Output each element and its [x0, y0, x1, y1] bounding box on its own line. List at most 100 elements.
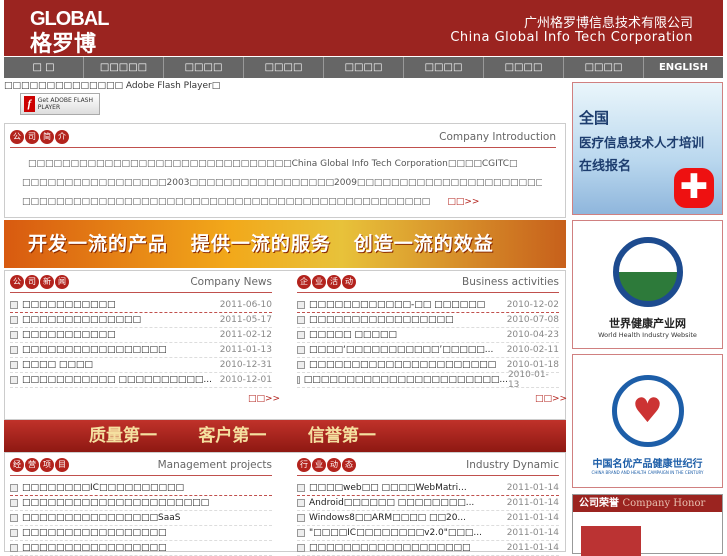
training-ad[interactable]: 全国 医疗信息技术人才培训 在线报名 ✚ — [572, 82, 723, 215]
list-item[interactable]: □□□□□□□□□□□ 2011-06-10 — [10, 298, 272, 313]
red-cross-icon: ✚ — [674, 168, 714, 208]
intro-more-link[interactable]: □□>> — [447, 197, 479, 207]
nav-item[interactable]: □□□□ — [404, 57, 484, 78]
flash-button-label: Get ADOBE FLASH PLAYER — [37, 97, 93, 111]
company-honor-header: 公司荣誉 Company Honor — [573, 495, 722, 512]
nav-item[interactable]: □□□□ — [324, 57, 404, 78]
world-health-logo-icon — [612, 237, 683, 307]
list-item-title[interactable]: □□□□□□□□□□□ — [10, 330, 116, 340]
ad-line: 全国 — [579, 109, 610, 127]
list-item-date: 2010-12-01 — [219, 375, 272, 385]
nav-item[interactable]: □□□□ — [244, 57, 324, 78]
list-item-title[interactable]: □□□□□□□□□□□□□□□□SaaS — [10, 513, 181, 523]
list-item[interactable]: □□□□□□□□□□□□□□□□□ 2011-01-13 — [10, 343, 272, 358]
list-item-title[interactable]: □□□□‘□□□□□□□□□□□’□□□□□... — [297, 345, 493, 355]
list-item-date: 2011-06-10 — [219, 300, 272, 310]
list-item-title[interactable]: □□□□□□□□□□□□□□□□□ — [10, 345, 167, 355]
industry-title-cn: 行业动态 — [297, 458, 356, 472]
world-health-ad[interactable]: 世界健康产业网 World Health Industry Website — [572, 220, 723, 349]
list-item[interactable]: □□□□□□□□□□□□□□□□□ 2010-07-08 — [297, 313, 559, 328]
list-item[interactable]: □□□□□□□□□□□□□□ 2011-05-17 — [10, 313, 272, 328]
list-item-title[interactable]: "□□□□IC□□□□□□□□v2.0"□□□... — [297, 528, 482, 538]
ad3-title-en: CHINA BRAND AND HEALTH CAMPAIGN IN THE C… — [591, 470, 704, 475]
list-item-title[interactable]: □□□□□□□□IC□□□□□□□□□□ — [10, 483, 184, 493]
list-item[interactable]: □□□□□ □□□□□ 2010-04-23 — [297, 328, 559, 343]
management-title-en: Management projects — [157, 459, 272, 471]
list-item-title[interactable]: □□□□□□□□□□□ □□□□□□□□□□... — [10, 375, 212, 385]
list-item-title[interactable]: □□□□□□□□□□□□□□□□□□□□□□ — [10, 498, 209, 508]
list-item-title[interactable]: □□□□□□□□□□□ — [10, 300, 116, 310]
nav-item[interactable]: □□□□ — [484, 57, 564, 78]
industry-header: 行业动态 Industry Dynamic — [297, 458, 559, 476]
business-more-link[interactable]: □□>> — [535, 394, 567, 404]
list-item-date: 2011-01-14 — [506, 498, 559, 508]
list-item-date: 2010-04-23 — [506, 330, 559, 340]
list-item-date: 2010-01-18 — [506, 360, 559, 370]
list-item-title[interactable]: □□□□ □□□□ — [10, 360, 93, 370]
company-news-more-link[interactable]: □□>> — [248, 394, 280, 404]
intro-title-en: Company Introduction — [439, 131, 556, 143]
ad3-title-cn: 中国名优产品健康世纪行 — [592, 459, 703, 470]
nav-item-english[interactable]: ENGLISH — [644, 57, 723, 78]
intro-line: □□□□□□□□□□□□□□□□□□□□□□□□□□□□□□□China Glo… — [28, 159, 518, 169]
brand-health-ad[interactable]: ♥ 中国名优产品健康世纪行 CHINA BRAND AND HEALTH CAM… — [572, 354, 723, 488]
list-item-title[interactable]: Windows8□□ARM□□□□ □□20... — [297, 513, 466, 523]
list-item-date: 2010-12-02 — [506, 300, 559, 310]
list-item-date: 2011-01-14 — [506, 483, 559, 493]
intro-line: □□□□□□□□□□□□□□□□□□□□□□□□□□□□□□□□□□□□□□□□… — [22, 197, 431, 207]
list-item-title[interactable]: □□□□□□□□□□□□□□□□□ — [297, 315, 454, 325]
list-item[interactable]: □□□□‘□□□□□□□□□□□’□□□□□... 2010-02-11 — [297, 343, 559, 358]
list-item[interactable]: □□□□web□□ □□□□WebMatri... 2011-01-14 — [297, 481, 559, 496]
company-name-en: China Global Info Tech Corporation — [450, 30, 693, 45]
intro-title-cn: 公司简介 — [10, 130, 69, 144]
heart-logo-icon: ♥ — [611, 375, 684, 447]
list-item[interactable]: □□□□□□□□IC□□□□□□□□□□ — [10, 481, 272, 496]
company-news-title-en: Company News — [190, 276, 272, 288]
management-header: 经营项目 Management projects — [10, 458, 272, 476]
list-item-title[interactable]: Android□□□□□□ □□□□□□□□... — [297, 498, 474, 508]
nav-item[interactable]: □□□□ — [164, 57, 244, 78]
list-item[interactable]: Android□□□□□□ □□□□□□□□... 2011-01-14 — [297, 496, 559, 511]
list-item-title[interactable]: □□□□□ □□□□□ — [297, 330, 397, 340]
list-item[interactable]: "□□□□IC□□□□□□□□v2.0"□□□... 2011-01-14 — [297, 526, 559, 541]
list-item-title[interactable]: □□□□web□□ □□□□WebMatri... — [297, 483, 467, 493]
list-item[interactable]: □□□□ □□□□ 2010-12-31 — [10, 358, 272, 373]
list-item[interactable]: □□□□□□□□□□□ 2011-02-12 — [10, 328, 272, 343]
list-item[interactable]: □□□□□□□□□□□□□□□□□□□□□□□... 2010-01-13 — [297, 370, 559, 390]
intro-header: 公司简介 Company Introduction — [10, 130, 556, 148]
business-title-cn: 企业活动 — [297, 275, 356, 289]
nav-item[interactable]: □□□□□ — [84, 57, 164, 78]
list-item-title[interactable]: □□□□□□□□□□□□□□□□□ — [10, 528, 167, 538]
company-news-list: □□□□□□□□□□□ 2011-06-10 □□□□□□□□□□□□□□ 2011-… — [10, 298, 272, 388]
nav-item-home[interactable]: □ □ — [4, 57, 84, 78]
list-item[interactable]: □□□□□□□□□□□ □□□□□□□□□□... 2010-12-01 — [10, 373, 272, 388]
site-header: GLOBAL 格罗博 广州格罗博信息技术有限公司 China Global In… — [4, 0, 723, 58]
ad2-title-en: World Health Industry Website — [598, 331, 697, 339]
list-item-title[interactable]: □□□□□□□□□□□□□□□□□□□□□□□... — [297, 375, 508, 385]
list-item[interactable]: □□□□□□□□□□□□-□□ □□□□□□ 2010-12-02 — [297, 298, 559, 313]
logo-cn[interactable]: 格罗博 — [30, 26, 96, 58]
list-item-title[interactable]: □□□□□□□□□□□□□□□□□□□□□□ — [297, 360, 496, 370]
main-nav: □ □ □□□□□ □□□□ □□□□ □□□□ □□□□ □□□□ □□□□ … — [4, 57, 723, 78]
list-item-title[interactable]: □□□□□□□□□□□□□□ — [10, 315, 141, 325]
list-item[interactable]: □□□□□□□□□□□□□□□□SaaS — [10, 511, 272, 526]
list-item-date: 2011-05-17 — [219, 315, 272, 325]
ad-line: 医疗信息技术人才培训 — [579, 135, 705, 150]
list-item-date: 2011-01-14 — [506, 528, 559, 538]
list-item[interactable]: □□□□□□□□□□□□□□□□□ — [10, 526, 272, 541]
company-honor-box: 公司荣誉 Company Honor — [572, 494, 723, 556]
list-item-date: 2010-02-11 — [506, 345, 559, 355]
intro-text: □□□□□□□□□□□□□□□□□□□□□□□□□□□□□□□China Glo… — [22, 155, 542, 212]
list-item[interactable]: Windows8□□ARM□□□□ □□20... 2011-01-14 — [297, 511, 559, 526]
nav-item[interactable]: □□□□ — [564, 57, 644, 78]
list-item[interactable]: □□□□□□□□□□□□□□□□□□□□□□ — [10, 496, 272, 511]
honor-image[interactable] — [581, 526, 641, 556]
list-item[interactable]: □□□□□□□□□□□□□□□□□ — [10, 541, 272, 556]
industry-title-en: Industry Dynamic — [466, 459, 559, 471]
company-name-cn: 广州格罗博信息技术有限公司 — [523, 16, 693, 31]
list-item-date: 2011-02-12 — [219, 330, 272, 340]
list-item-date: 2010-01-13 — [507, 370, 549, 390]
list-item[interactable]: □□□□□□□□□□□□□□□□□□□ 2011-01-14 — [297, 541, 559, 556]
list-item-title[interactable]: □□□□□□□□□□□□-□□ □□□□□□ — [297, 300, 485, 310]
get-flash-player-button[interactable]: f Get ADOBE FLASH PLAYER — [20, 93, 100, 115]
